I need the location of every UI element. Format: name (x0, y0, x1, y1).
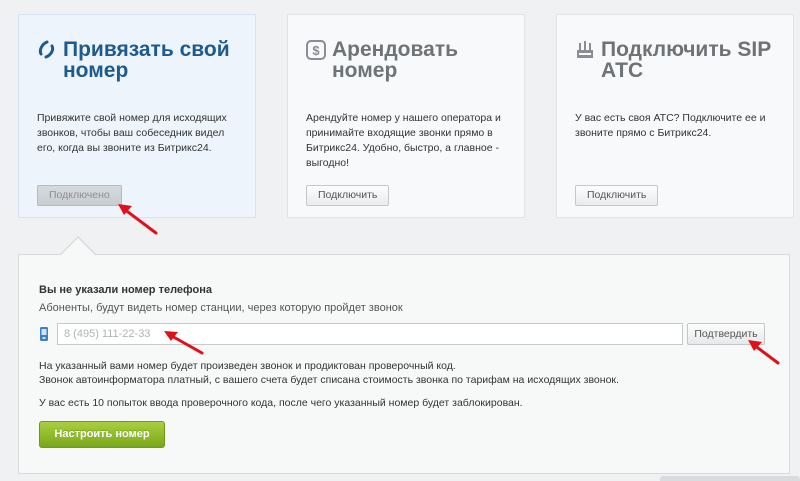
connect-button[interactable]: Подключить (575, 185, 659, 206)
card-bind-number: Привязать свой номер Привяжите свой номе… (18, 14, 256, 218)
info-cost-notice: Звонок автоинформатора платный, с вашего… (39, 374, 619, 386)
rent-dollar-icon: $ (306, 40, 326, 60)
annotation-arrow (748, 340, 780, 365)
card-title: Подключить SIP АТС (601, 38, 772, 82)
bottom-edge (660, 476, 800, 481)
card-description: Арендуйте номер у нашего оператора и при… (306, 112, 501, 169)
connected-button[interactable]: Подключено (37, 185, 122, 206)
phone-number-input[interactable] (57, 323, 683, 345)
annotation-arrow (118, 204, 158, 235)
phone-link-icon (38, 40, 55, 59)
card-sip-pbx: Подключить SIP АТС У вас есть своя АТС? … (556, 14, 794, 218)
phone-verification-panel: Вы не указали номер телефона Абоненты, б… (18, 254, 790, 474)
panel-subtitle: Абоненты, будут видеть номер станции, че… (39, 302, 403, 314)
info-call-notice: На указанный вами номер будет произведен… (39, 360, 456, 372)
annotation-arrow (164, 331, 204, 355)
card-description: Привяжите свой номер для исходящих звонк… (37, 112, 227, 154)
panel-pointer-fill (61, 238, 95, 255)
card-description: У вас есть своя АТС? Подключите ее и зво… (575, 112, 766, 139)
card-title: Привязать свой номер (63, 38, 230, 82)
card-rent-number: $ Арендовать номер Арендуйте номер у наш… (287, 14, 525, 218)
setup-number-button[interactable]: Настроить номер (39, 421, 165, 448)
connect-button[interactable]: Подключить (306, 185, 390, 206)
panel-title: Вы не указали номер телефона (39, 284, 213, 296)
svg-text:$: $ (312, 43, 320, 58)
attempts-note: У вас есть 10 попыток ввода проверочного… (39, 397, 523, 409)
sip-pbx-icon (577, 41, 593, 58)
card-title: Арендовать номер (332, 38, 459, 82)
mobile-phone-icon (40, 327, 48, 341)
